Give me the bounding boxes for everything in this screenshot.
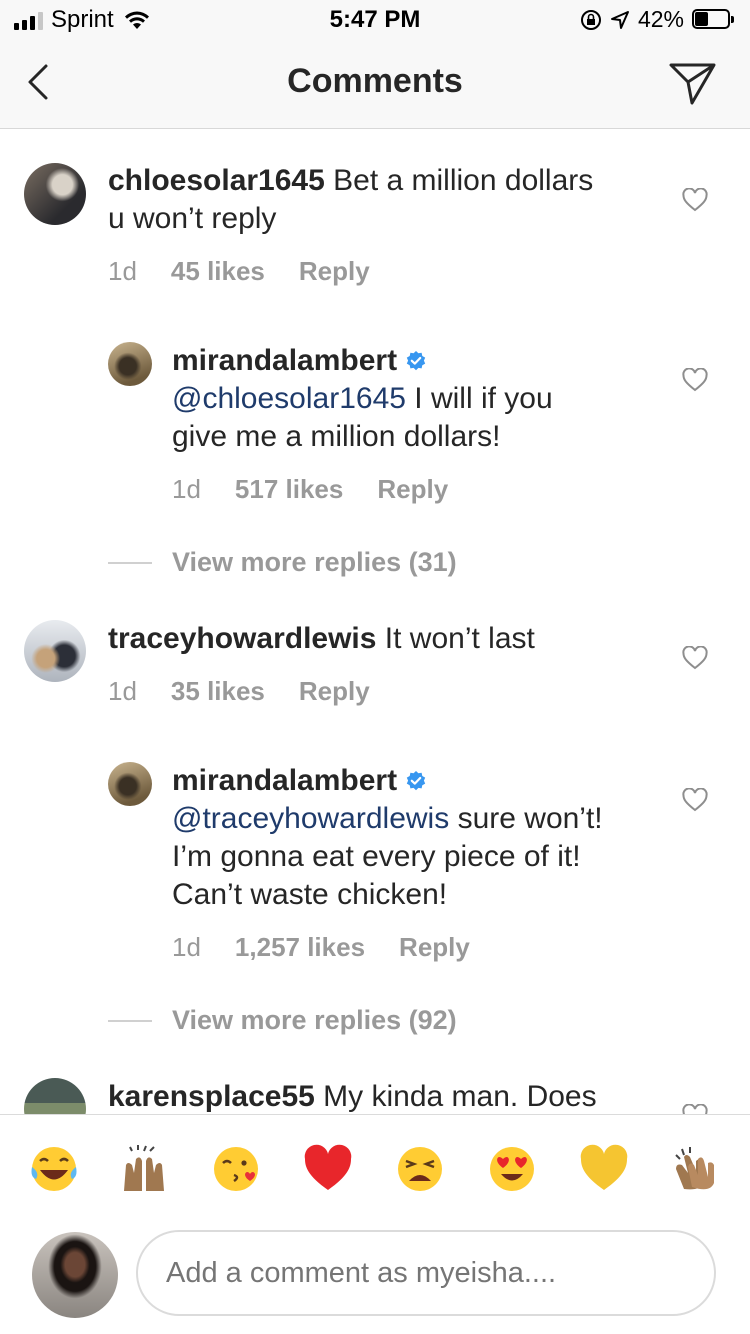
comment-meta: 1d 517 likes Reply — [172, 474, 448, 505]
comment-username[interactable]: chloesolar1645 — [108, 164, 325, 197]
avatar[interactable] — [24, 620, 86, 682]
avatar[interactable] — [108, 342, 152, 386]
location-arrow-icon — [610, 10, 629, 29]
comment-username[interactable]: mirandalambert — [172, 764, 397, 797]
comment-age: 1d — [172, 932, 201, 962]
like-heart-icon[interactable] — [682, 646, 708, 670]
comment-body: I will if you — [414, 382, 553, 415]
divider — [108, 561, 152, 564]
reply-button[interactable]: Reply — [399, 932, 470, 963]
comment-text: karensplace55 My kinda man. Does — [108, 1078, 668, 1116]
comment-body: sure won’t! — [457, 802, 603, 835]
rotation-lock-icon — [580, 9, 601, 30]
red-heart-emoji-icon[interactable] — [302, 1143, 354, 1195]
status-right: 42% — [580, 6, 736, 33]
view-more-label: View more replies (31) — [172, 547, 457, 577]
avatar[interactable] — [108, 762, 152, 806]
comment-meta: 1d 35 likes Reply — [108, 676, 370, 707]
comment-text: mirandalambert @traceyhowardlewis sure w… — [172, 762, 692, 914]
likes-count[interactable]: 35 likes — [171, 676, 265, 707]
reply-button[interactable]: Reply — [299, 676, 370, 707]
comment-composer — [0, 1222, 750, 1334]
current-user-avatar — [32, 1232, 118, 1318]
comment-meta: 1d 1,257 likes Reply — [172, 932, 470, 963]
comment-username[interactable]: karensplace55 — [108, 1080, 315, 1113]
like-heart-icon[interactable] — [682, 788, 708, 812]
laughing-tears-emoji-icon[interactable] — [28, 1143, 80, 1195]
comment-age: 1d — [108, 256, 137, 286]
send-icon[interactable] — [668, 60, 718, 106]
avatar[interactable] — [24, 163, 86, 225]
comment-username[interactable]: traceyhowardlewis — [108, 622, 376, 655]
comment-body-line2: I’m gonna eat every piece of it! — [172, 840, 581, 873]
comment-text: chloesolar1645 Bet a million dollars u w… — [108, 162, 668, 238]
comment-body: It won’t last — [384, 622, 535, 655]
battery-percent: 42% — [637, 6, 684, 32]
likes-count[interactable]: 517 likes — [235, 474, 343, 505]
comment-age: 1d — [108, 676, 137, 706]
reply-button[interactable]: Reply — [299, 256, 370, 287]
view-more-replies[interactable]: View more replies (31) — [108, 547, 457, 578]
divider — [108, 1019, 152, 1022]
mention-link[interactable]: @traceyhowardlewis — [172, 802, 449, 835]
status-bar: Sprint 5:47 PM 42% — [0, 0, 750, 40]
weary-face-emoji-icon[interactable] — [394, 1143, 446, 1195]
verified-badge-icon — [406, 771, 426, 791]
nav-bar: Comments — [0, 40, 750, 129]
kissing-heart-emoji-icon[interactable] — [210, 1143, 262, 1195]
like-heart-icon[interactable] — [682, 188, 708, 212]
heart-eyes-emoji-icon[interactable] — [486, 1143, 538, 1195]
reply-button[interactable]: Reply — [377, 474, 448, 505]
comment-input[interactable] — [136, 1230, 716, 1316]
page-title: Comments — [287, 62, 463, 100]
like-heart-icon[interactable] — [682, 368, 708, 392]
comment-username[interactable]: mirandalambert — [172, 344, 397, 377]
likes-count[interactable]: 1,257 likes — [235, 932, 365, 963]
comment-body-line2: u won’t reply — [108, 202, 277, 235]
yellow-heart-emoji-icon[interactable] — [578, 1143, 630, 1195]
comment-body: My kinda man. Does — [323, 1080, 597, 1113]
view-more-replies[interactable]: View more replies (92) — [108, 1005, 457, 1036]
mention-link[interactable]: @chloesolar1645 — [172, 382, 406, 415]
verified-badge-icon — [406, 351, 426, 371]
emoji-quick-bar — [0, 1114, 750, 1223]
comment-age: 1d — [172, 474, 201, 504]
likes-count[interactable]: 45 likes — [171, 256, 265, 287]
comment-body-line2: give me a million dollars! — [172, 420, 501, 453]
comment-meta: 1d 45 likes Reply — [108, 256, 370, 287]
raising-hands-emoji-icon[interactable] — [118, 1143, 170, 1195]
comment-text: mirandalambert @chloesolar1645 I will if… — [172, 342, 672, 456]
comment-body: Bet a million dollars — [333, 164, 594, 197]
clapping-hands-emoji-icon[interactable] — [670, 1143, 722, 1195]
comment-body-line3: Can’t waste chicken! — [172, 878, 448, 911]
comment-text: traceyhowardlewis It won’t last — [108, 620, 668, 658]
battery-icon — [692, 8, 736, 31]
view-more-label: View more replies (92) — [172, 1005, 457, 1035]
